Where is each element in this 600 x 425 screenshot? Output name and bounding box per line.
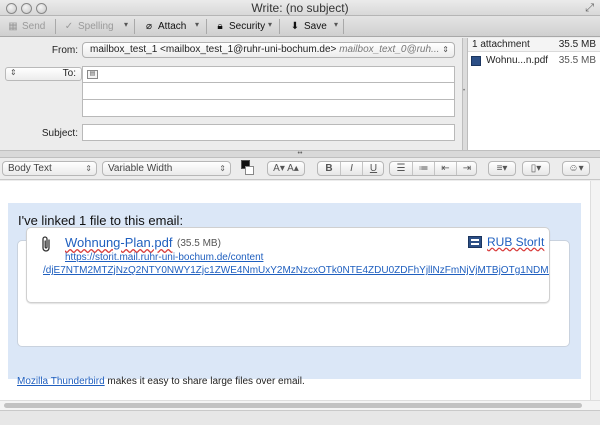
security-button[interactable]: 🔒︎ Security: [215, 19, 265, 34]
spelling-button[interactable]: ✓ Spelling: [64, 19, 114, 34]
updown-arrows-icon: ⇕: [219, 164, 226, 173]
attachment-pane-header[interactable]: 1 attachment 35.5 MB: [468, 38, 600, 52]
download-arrow-icon: ⬇: [290, 21, 300, 32]
vertical-scrollbar[interactable]: [590, 181, 600, 400]
attachment-pane: 1 attachment 35.5 MB Wohnu...n.pdf 35.5 …: [468, 38, 600, 150]
text-color-picker[interactable]: [241, 160, 255, 176]
file-link[interactable]: Wohnung-Plan.pdf: [65, 235, 172, 250]
to-input-row-3[interactable]: [82, 100, 455, 117]
send-icon: ▦: [8, 21, 18, 32]
attach-button[interactable]: ⌀ Attach: [144, 19, 186, 34]
fullscreen-icon[interactable]: ⤢: [585, 2, 594, 15]
background-color-icon: [245, 166, 254, 175]
toolbar-separator: [206, 19, 207, 34]
grip-dots-icon: •: [463, 88, 466, 94]
thunderbird-link[interactable]: Mozilla Thunderbird: [17, 376, 105, 387]
cloud-file-icon: [471, 56, 481, 66]
filelink-intro: I've linked 1 file to this email:: [18, 213, 184, 228]
toolbar: ▦ Send ✓ Spelling ▾ ⌀ Attach ▾ 🔒︎ Security ▾…: [0, 16, 600, 37]
bullet-list-icon[interactable]: ☰: [390, 162, 412, 175]
to-input-row-2[interactable]: [82, 83, 455, 100]
address-header: From: mailbox_test_1 <mailbox_test_1@ruh…: [0, 38, 462, 150]
from-label: From:: [51, 45, 78, 56]
status-bar: [0, 410, 600, 425]
to-input[interactable]: ▤: [82, 66, 455, 83]
title-bar: Write: (no subject) ⤢: [0, 0, 600, 16]
security-dropdown-icon[interactable]: ▾: [268, 20, 272, 29]
attachment-size: 35.5 MB: [558, 55, 596, 66]
header-splitter[interactable]: ••: [0, 150, 600, 158]
recipient-type-select[interactable]: ⇕ To:: [5, 67, 82, 81]
from-identity: mailbox_text_0@ruh...: [339, 44, 440, 55]
font-select[interactable]: Variable Width ⇕: [102, 161, 231, 176]
format-toolbar: Body Text ⇕ Variable Width ⇕ A▾ A▴ B I U ☰…: [0, 158, 600, 180]
attachment-name: Wohnu...n.pdf: [486, 55, 549, 66]
checkmark-icon: ✓: [64, 21, 74, 32]
paperclip-icon: [42, 236, 50, 252]
file-size: (35.5 MB): [177, 238, 221, 249]
from-select[interactable]: mailbox_test_1 <mailbox_test_1@ruhr-uni-…: [82, 42, 455, 58]
attachment-item[interactable]: Wohnu...n.pdf 35.5 MB: [468, 54, 600, 68]
file-url-line-2[interactable]: /djE7NTM2MTZjNzQ2NTY0NWY1Zjc1ZWE4NmUxY2M…: [43, 265, 549, 276]
attach-dropdown-icon[interactable]: ▾: [195, 20, 199, 29]
toolbar-separator: [55, 19, 56, 34]
message-body[interactable]: I've linked 1 file to this email: Mozill…: [0, 181, 590, 400]
insert-page-icon: ▯▾: [530, 163, 542, 174]
filelink-footer: Mozilla Thunderbird makes it easy to sha…: [17, 376, 305, 387]
smiley-icon: ☺▾: [568, 163, 584, 174]
window-title: Write: (no subject): [251, 1, 349, 15]
font-size-buttons[interactable]: A▾ A▴: [267, 161, 305, 176]
updown-arrows-icon: ⇕: [10, 68, 17, 77]
footer-text: makes it easy to share large files over …: [104, 376, 305, 387]
lock-icon: 🔒︎: [217, 21, 223, 32]
outdent-icon[interactable]: ⇤: [434, 162, 456, 175]
text-style-buttons: B I U: [317, 161, 384, 176]
subject-input[interactable]: [82, 124, 455, 141]
underline-button[interactable]: U: [362, 162, 384, 175]
smiley-button[interactable]: ☺▾: [562, 161, 590, 176]
align-button[interactable]: ≡▾: [488, 161, 516, 176]
send-button[interactable]: ▦ Send: [8, 19, 45, 34]
smaller-font-icon[interactable]: A▾: [273, 163, 285, 174]
to-label: To:: [62, 68, 76, 79]
insert-button[interactable]: ▯▾: [522, 161, 550, 176]
horizontal-scrollbar[interactable]: [0, 400, 600, 410]
horizontal-scroll-thumb[interactable]: [4, 403, 582, 408]
paragraph-style-select[interactable]: Body Text ⇕: [2, 161, 97, 176]
numbered-list-icon[interactable]: ≔: [412, 162, 434, 175]
bold-button[interactable]: B: [318, 162, 340, 175]
storit-logo-icon: [468, 236, 482, 248]
paperclip-icon: ⌀: [145, 21, 153, 32]
toolbar-separator: [343, 19, 344, 34]
larger-font-icon[interactable]: A▴: [287, 163, 299, 174]
from-address: mailbox_test_1 <mailbox_test_1@ruhr-uni-…: [90, 44, 337, 55]
contact-card-icon: ▤: [87, 70, 98, 79]
subject-label: Subject:: [41, 128, 78, 139]
file-url-line-1[interactable]: https://storit.mail.ruhr-uni-bochum.de/c…: [65, 252, 263, 263]
updown-arrows-icon: ⇕: [442, 45, 449, 54]
attachment-count: 1 attachment: [472, 39, 530, 50]
align-icon: ≡▾: [496, 163, 508, 174]
spelling-dropdown-icon[interactable]: ▾: [124, 20, 128, 29]
attachment-total-size: 35.5 MB: [558, 39, 596, 50]
save-button[interactable]: ⬇ Save: [290, 19, 327, 34]
updown-arrows-icon: ⇕: [85, 164, 92, 173]
storit-link[interactable]: RUB StorIt: [487, 235, 544, 249]
italic-button[interactable]: I: [340, 162, 362, 175]
indent-icon[interactable]: ⇥: [456, 162, 477, 175]
toolbar-separator: [134, 19, 135, 34]
file-entry: Wohnung-Plan.pdf (35.5 MB) RUB StorIt ht…: [26, 227, 550, 303]
toolbar-separator: [279, 19, 280, 34]
grip-dots-icon: ••: [297, 150, 303, 157]
save-dropdown-icon[interactable]: ▾: [334, 20, 338, 29]
list-indent-buttons: ☰ ≔ ⇤ ⇥: [389, 161, 477, 176]
